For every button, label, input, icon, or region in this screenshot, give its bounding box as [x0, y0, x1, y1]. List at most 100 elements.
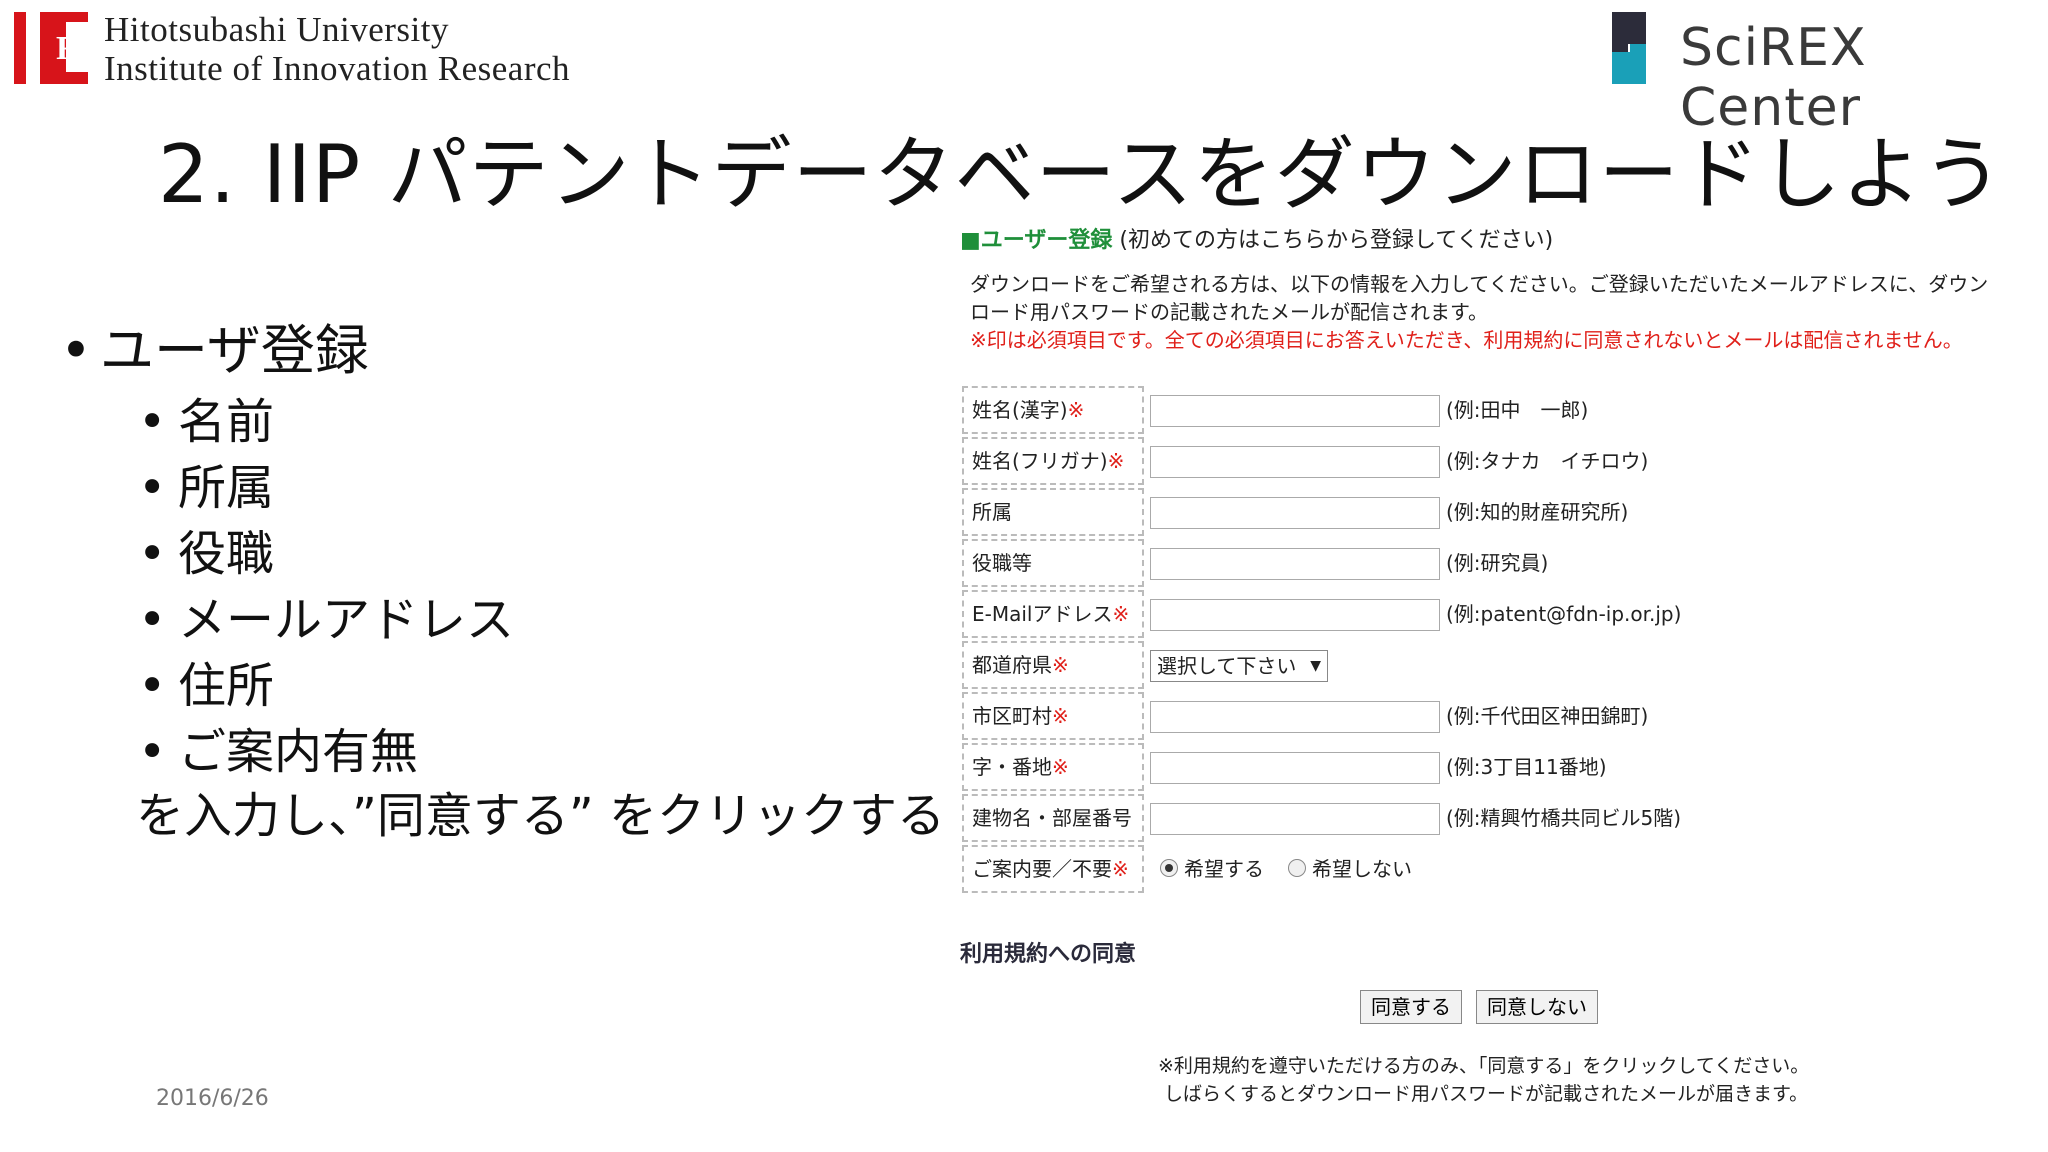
form-intro: ダウンロードをご希望される方は、以下の情報を入力してください。ご登録いただいたメ… [958, 270, 2008, 354]
form-row-city: 市区町村※ (例:千代田区神田錦町) [962, 692, 2002, 740]
bullet-dot: • [138, 592, 167, 648]
required-mark: ※ [1067, 398, 1085, 422]
field-example: (例:千代田区神田錦町) [1446, 704, 1649, 728]
bullet-dot: • [138, 526, 167, 582]
required-note: ※印は必須項目です。全ての必須項目にお答えいただき、利用規約に同意されないとメー… [970, 328, 1963, 352]
form-title-note: (初めての方はこちらから登録してください) [1119, 228, 1554, 253]
sub-bullet-text: 所属 [178, 460, 275, 516]
label-text: 姓名(フリガナ) [972, 449, 1108, 473]
iir-logo: R [14, 12, 88, 84]
sub-bullet: • メールアドレス [138, 580, 514, 650]
field-example: (例:精興竹橋共同ビル5階) [1446, 806, 1682, 830]
field-example: (例:研究員) [1446, 551, 1549, 575]
field-label: 建物名・部屋番号 [962, 794, 1144, 842]
bullet-dot: • [138, 460, 167, 516]
required-mark: ※ [1112, 602, 1130, 626]
logo-bar [14, 12, 26, 84]
bullet-text: ユーザ登録 [100, 319, 369, 382]
instruction-text: を入力し、”同意する” をクリックする [136, 788, 945, 844]
field-example: (例:タナカ イチロウ) [1446, 449, 1649, 473]
name-kana-input[interactable] [1150, 446, 1440, 478]
org-name: Hitotsubashi University Institute of Inn… [104, 10, 570, 88]
sub-bullet-text: ご案内有無 [178, 724, 419, 780]
sub-bullet: • ご案内有無 [138, 712, 418, 782]
street-input[interactable] [1150, 752, 1440, 784]
sub-bullet: • 役職 [138, 514, 274, 584]
agree-button[interactable]: 同意する [1360, 990, 1462, 1024]
org-line-2: Institute of Innovation Research [104, 49, 571, 88]
title-square-icon: ■ [960, 228, 981, 253]
sub-bullet-text: 住所 [178, 658, 275, 714]
label-text: 都道府県 [972, 653, 1052, 677]
bullet-main: • ユーザ登録 [60, 306, 369, 385]
guidance-no-radio[interactable] [1288, 859, 1306, 877]
field-label: 姓名(フリガナ)※ [962, 437, 1144, 485]
form-title: ■ユーザー登録 (初めての方はこちらから登録してください) [960, 222, 1553, 254]
form-title-text: ユーザー登録 [980, 228, 1113, 253]
guidance-yes-radio[interactable] [1160, 859, 1178, 877]
label-text: 市区町村 [972, 704, 1052, 728]
logo-letter: R [56, 30, 81, 67]
form-row-affiliation: 所属 (例:知的財産研究所) [962, 488, 2002, 536]
label-text: 姓名(漢字) [972, 398, 1068, 422]
field-label: 姓名(漢字)※ [962, 386, 1144, 434]
label-text: 建物名・部屋番号 [972, 806, 1132, 830]
field-example: (例:3丁目11番地) [1446, 755, 1607, 779]
field-label: 字・番地※ [962, 743, 1144, 791]
required-mark: ※ [1052, 704, 1069, 728]
form-row-street: 字・番地※ (例:3丁目11番地) [962, 743, 2002, 791]
form-row-name-kana: 姓名(フリガナ)※ (例:タナカ イチロウ) [962, 437, 2002, 485]
city-input[interactable] [1150, 701, 1440, 733]
bullet-dot: • [60, 319, 92, 382]
sub-bullet-text: メールアドレス [178, 592, 515, 648]
field-label: 役職等 [962, 539, 1144, 587]
name-kanji-input[interactable] [1150, 395, 1440, 427]
form-row-building: 建物名・部屋番号 (例:精興竹橋共同ビル5階) [962, 794, 2002, 842]
form-row-name-kanji: 姓名(漢字)※ (例:田中 一郎) [962, 386, 2002, 434]
org-line-1: Hitotsubashi University [104, 10, 449, 49]
bullet-dot: • [138, 658, 167, 714]
bullet-dot: • [138, 724, 167, 780]
prefecture-select[interactable]: 選択して下さい ▼ [1150, 650, 1328, 682]
affiliation-input[interactable] [1150, 497, 1440, 529]
position-input[interactable] [1150, 548, 1440, 580]
sub-bullet: • 住所 [138, 646, 274, 716]
agree-heading: 利用規約への同意 [960, 942, 1137, 967]
note-line-2: しばらくするとダウンロード用パスワードが記載されたメールが届きます。 [1164, 1083, 1809, 1105]
sub-bullet-text: 役職 [178, 526, 275, 582]
field-label: ご案内要／不要※ [962, 845, 1144, 893]
radio-label: 希望する [1184, 857, 1264, 881]
required-mark: ※ [1052, 653, 1069, 677]
label-text: 役職等 [972, 551, 1032, 575]
building-input[interactable] [1150, 803, 1440, 835]
chevron-down-icon: ▼ [1310, 658, 1321, 674]
note-line-1: ※利用規約を遵守いただける方のみ、「同意する」をクリックしてください。 [1158, 1055, 1810, 1077]
required-mark: ※ [1107, 449, 1125, 473]
field-label: 都道府県※ [962, 641, 1144, 689]
registration-form: ■ユーザー登録 (初めての方はこちらから登録してください) ダウンロードをご希望… [958, 220, 2018, 1120]
field-example: (例:知的財産研究所) [1446, 500, 1629, 524]
field-example: (例:田中 一郎) [1446, 398, 1589, 422]
sub-bullet: • 名前 [138, 382, 274, 452]
slide-title: 2. IIP パテントデータベースをダウンロードしよう [158, 128, 2004, 221]
agree-note: ※利用規約を遵守いただける方のみ、「同意する」をクリックしてください。 しばらく… [1158, 1052, 1809, 1108]
required-mark: ※ [1112, 857, 1129, 881]
disagree-button[interactable]: 同意しない [1476, 990, 1598, 1024]
field-label: E-Mailアドレス※ [962, 590, 1144, 638]
form-row-guidance: ご案内要／不要※ 希望する 希望しない [962, 845, 2002, 893]
form-row-position: 役職等 (例:研究員) [962, 539, 2002, 587]
bullet-dot: • [138, 394, 167, 450]
label-text: 所属 [972, 500, 1012, 524]
select-value: 選択して下さい [1157, 654, 1297, 678]
sub-bullet-text: 名前 [178, 394, 275, 450]
form-row-prefecture: 都道府県※ 選択して下さい ▼ [962, 641, 2002, 689]
label-text: E-Mailアドレス [972, 602, 1113, 626]
email-input[interactable] [1150, 599, 1440, 631]
field-label: 所属 [962, 488, 1144, 536]
scirex-logo-icon [1612, 12, 1646, 84]
required-mark: ※ [1052, 755, 1069, 779]
sub-bullet: • 所属 [138, 448, 274, 518]
field-example: (例:patent@fdn-ip.or.jp) [1446, 602, 1682, 626]
label-text: ご案内要／不要 [972, 857, 1112, 881]
label-text: 字・番地 [972, 755, 1052, 779]
